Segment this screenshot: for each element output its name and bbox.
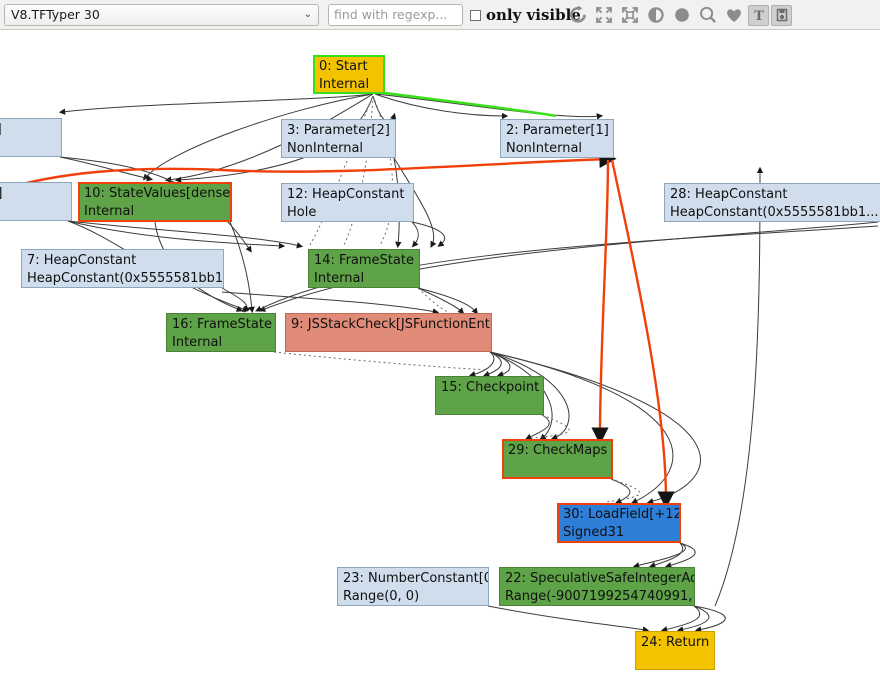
graph-node-label-secondary: Internal [314,270,365,286]
graph-canvas[interactable]: 0: Start Internal e: %this] %context] 3: Par… [0,30,880,694]
graph-node-9[interactable]: 9: JSStackCheck[JSFunctionEntry] [285,313,492,352]
text-icon[interactable]: T [748,4,769,26]
graph-node-0[interactable]: 0: Start Internal [313,55,385,94]
chevron-down-icon: ⌄ [303,9,312,20]
graph-node-29[interactable]: 29: CheckMaps [502,439,613,479]
graph-node-23[interactable]: 23: NumberConstant[0] Range(0, 0) [337,567,489,606]
graph-node-14[interactable]: 14: FrameState Internal [308,249,420,288]
graph-node-label-primary: 24: Return [641,635,710,650]
fit-to-screen-icon[interactable] [618,3,642,27]
graph-node-label-primary: %context] [0,186,2,201]
graph-node-28[interactable]: 28: HeapConstant HeapConstant(0x5555581bb… [664,183,880,222]
graph-node-label-primary: 15: Checkpoint [441,380,540,395]
graph-node-label-primary: 23: NumberConstant[0] [343,571,489,586]
graph-node-label-secondary: Signed31 [563,524,625,540]
zoom-icon[interactable] [696,3,720,27]
graph-node-30[interactable]: 30: LoadField[+12] Signed31 [557,503,681,543]
graph-node-15[interactable]: 15: Checkpoint [435,376,544,415]
graph-node-label-secondary: NonInternal [287,140,364,156]
graph-node-label-primary: 0: Start [319,59,368,74]
graph-node-10[interactable]: 10: StateValues[dense] Internal [78,182,232,222]
toolbar: V8.TFTyper 30 ⌄ find with regexp... only… [0,0,880,30]
graph-node-label-secondary: Internal [319,76,370,92]
graph-node-label-secondary: Internal [84,203,135,219]
graph-node-label-primary: 16: FrameState [172,317,272,332]
graph-node-22[interactable]: 22: SpeculativeSafeIntegerAdd Range(-9007… [499,567,695,606]
svg-text:T: T [754,9,764,23]
only-visible-checkbox[interactable] [470,9,481,21]
graph-node-3[interactable]: 3: Parameter[2] NonInternal [281,119,396,158]
save-icon[interactable] [771,4,792,26]
graph-node-1b[interactable]: %context] [0,182,72,221]
graph-node-label-primary: 3: Parameter[2] [287,123,390,138]
graph-node-label-secondary: Range(0, 0) [343,588,420,604]
graph-node-label-primary: 28: HeapConstant [670,187,788,202]
graph-node-label-secondary: Range(-9007199254740991, ... [505,588,695,604]
graph-node-label-secondary: Hole [287,204,317,220]
graph-node-1[interactable]: e: %this] [0,118,62,157]
graph-node-2[interactable]: 2: Parameter[1] NonInternal [500,119,614,158]
search-input[interactable]: find with regexp... [328,4,463,26]
expand-all-icon[interactable] [592,3,616,27]
graph-node-label-secondary: HeapConstant(0x5555581bb1... [670,204,879,220]
graph-node-24[interactable]: 24: Return [635,631,715,670]
graph-node-label-secondary: Internal [172,334,223,350]
half-circle-icon[interactable] [644,3,668,27]
graph-node-16[interactable]: 16: FrameState Internal [166,313,276,352]
graph-node-label-primary: 12: HeapConstant [287,187,405,202]
graph-node-label-secondary: HeapConstant(0x5555581bb1... [27,270,224,286]
phase-select-value: V8.TFTyper 30 [11,7,100,22]
graph-node-label-primary: 9: JSStackCheck[JSFunctionEntry] [291,317,492,332]
graph-node-label-primary: 7: HeapConstant [27,253,137,268]
graph-node-label-primary: 29: CheckMaps [508,443,608,458]
phase-select[interactable]: V8.TFTyper 30 ⌄ [4,4,319,26]
toolbar-icon-group: T [566,2,792,28]
graph-node-label-secondary: NonInternal [506,140,583,156]
filled-circle-icon[interactable] [670,3,694,27]
graph-node-label-primary: 30: LoadField[+12] [563,507,681,522]
heart-icon[interactable] [722,3,746,27]
only-visible-toggle[interactable]: only visible [470,3,581,27]
search-placeholder: find with regexp... [334,7,448,22]
graph-node-12[interactable]: 12: HeapConstant Hole [281,183,414,222]
graph-node-label-primary: e: %this] [0,122,2,137]
graph-node-label-primary: 22: SpeculativeSafeIntegerAdd [505,571,695,586]
graph-node-label-primary: 14: FrameState [314,253,414,268]
graph-node-label-primary: 2: Parameter[1] [506,123,609,138]
graph-node-label-primary: 10: StateValues[dense] [84,186,232,201]
graph-node-7[interactable]: 7: HeapConstant HeapConstant(0x5555581bb1… [21,249,224,288]
reload-icon[interactable] [566,3,590,27]
